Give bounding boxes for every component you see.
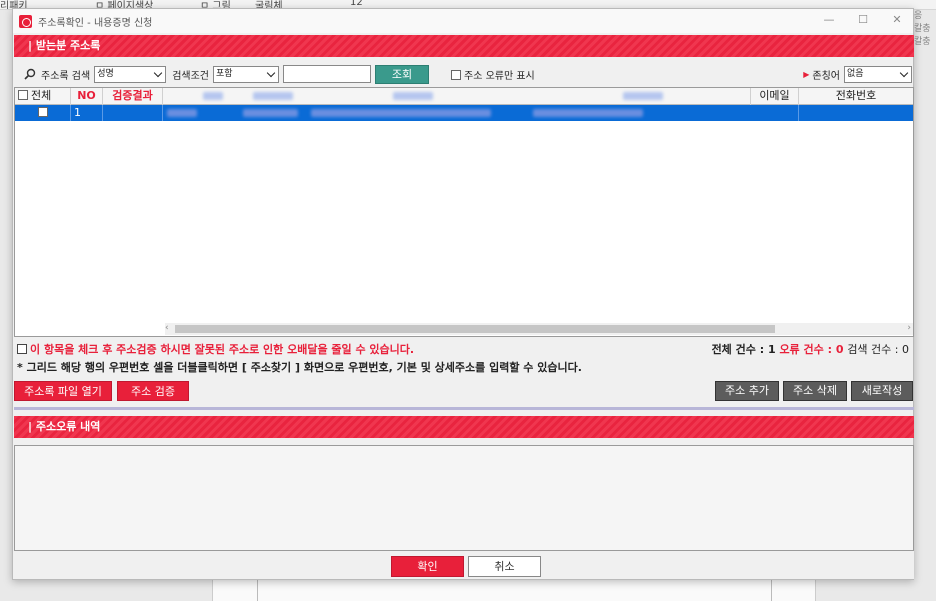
add-address-button[interactable]: 주소 추가: [715, 381, 779, 401]
total-count-label: 전체 건수 :: [711, 343, 768, 356]
error-only-checkbox[interactable]: 주소 오류만 표시: [451, 67, 535, 82]
bg-side-label: 칼충: [914, 24, 931, 34]
ok-button[interactable]: 확인: [391, 556, 464, 577]
checkbox-box: [37, 107, 48, 117]
row-blurred-cells: [163, 105, 751, 121]
address-grid[interactable]: 전체 NO 검증결과 이메일 전화번호 1 ‹ ›: [14, 87, 914, 337]
search-icon: [24, 68, 36, 80]
dialog-titlebar[interactable]: 주소록확인 - 내용증명 신청 — ☐ ✕: [13, 9, 913, 33]
total-count-value: 1: [767, 343, 776, 356]
grid-tip: * 그리드 해당 행의 우편번호 셀을 더블클릭하면 [ 주소찾기 ] 화면으로…: [17, 361, 582, 374]
chevron-down-icon: [899, 68, 909, 77]
page-margin-line: [771, 580, 772, 601]
row-verify-result: [103, 105, 163, 121]
bg-toolbar-item: 12: [350, 0, 363, 8]
condition-value: 포함: [216, 68, 233, 79]
scroll-right-icon[interactable]: ›: [907, 323, 911, 333]
bg-side-label: 칼충: [914, 37, 931, 47]
header-verify-result: 검증결과: [103, 88, 163, 105]
chevron-down-icon: [153, 68, 163, 77]
error-count-label: 오류 건수 :: [779, 343, 836, 356]
maximize-button[interactable]: ☐: [855, 13, 871, 26]
honorific-label: 존칭어: [812, 70, 840, 82]
page-margin-line: [257, 580, 258, 601]
error-section-header: | 주소오류 내역: [14, 416, 914, 438]
blurred-text: [623, 92, 663, 100]
search-label: 주소록 검색: [41, 70, 91, 82]
horizontal-scrollbar[interactable]: ‹ ›: [165, 323, 913, 335]
condition-select[interactable]: 포함: [213, 65, 279, 83]
blurred-text: [393, 92, 433, 100]
header-blurred-columns: [163, 88, 751, 105]
cancel-button[interactable]: 취소: [468, 556, 541, 577]
app-logo-icon: [19, 14, 32, 28]
search-count-value: 0: [902, 343, 909, 356]
row-email: [751, 105, 799, 121]
honorific-select[interactable]: 없음: [844, 65, 912, 83]
triangle-right-icon: ▶: [803, 69, 810, 79]
dialog-footer: 확인 취소: [14, 551, 914, 579]
minimize-button[interactable]: —: [821, 13, 837, 26]
search-count-label: 검색 건수 :: [847, 343, 902, 356]
error-count-value: 0: [835, 343, 844, 356]
open-file-button[interactable]: 주소록 파일 열기: [14, 381, 112, 401]
row-checkbox[interactable]: [15, 105, 71, 121]
check-tip-text: 이 항목을 체크 후 주소검증 하시면 잘못된 주소로 인한 오배달을 줄일 수…: [30, 343, 415, 356]
checkbox-box: [18, 90, 28, 100]
honorific-value: 없음: [847, 68, 864, 79]
dialog-title: 주소록확인 - 내용증명 신청: [38, 17, 153, 29]
condition-label: 검색조건: [172, 70, 209, 82]
header-all-label: 전체: [31, 89, 52, 102]
grid-header: 전체 NO 검증결과 이메일 전화번호: [15, 88, 913, 105]
blurred-text: [243, 109, 298, 117]
blurred-text: [253, 92, 293, 100]
scrollbar-thumb[interactable]: [175, 325, 775, 333]
checkbox-box[interactable]: [17, 344, 27, 354]
address-book-dialog: 주소록확인 - 내용증명 신청 — ☐ ✕ | 받는분 주소록 주소록 검색 성…: [12, 8, 914, 580]
header-no: NO: [71, 88, 103, 105]
close-button[interactable]: ✕: [889, 13, 905, 26]
verify-address-button[interactable]: 주소 검증: [117, 381, 189, 401]
section-divider: [14, 407, 914, 410]
blurred-text: [311, 109, 491, 117]
delete-address-button[interactable]: 주소 삭제: [783, 381, 847, 401]
search-bar: 주소록 검색 성명 검색조건 포함 조회 주소 오류만 표시 ▶ 존칭어 없음: [14, 63, 914, 85]
blurred-text: [533, 109, 643, 117]
search-button[interactable]: 조회: [375, 64, 429, 84]
header-phone: 전화번호: [835, 89, 877, 102]
blurred-text: [167, 109, 197, 117]
new-document-button[interactable]: 새로작성: [851, 381, 913, 401]
row-phone: [799, 105, 913, 121]
error-list-area[interactable]: [14, 445, 914, 551]
count-summary: 전체 건수 : 1 오류 건수 : 0 검색 건수 : 0: [712, 341, 909, 357]
check-tip: 이 항목을 체크 후 주소검증 하시면 잘못된 주소로 인한 오배달을 줄일 수…: [17, 341, 414, 357]
error-only-label: 주소 오류만 표시: [464, 70, 535, 82]
bg-side-label: 응: [914, 11, 923, 21]
search-field-select[interactable]: 성명: [94, 65, 167, 83]
checkbox-box: [451, 69, 461, 80]
header-select-all[interactable]: 전체: [15, 88, 71, 105]
table-row[interactable]: 1: [15, 105, 913, 121]
blurred-text: [203, 92, 223, 100]
chevron-down-icon: [266, 68, 276, 77]
recipient-section-header: | 받는분 주소록: [14, 35, 914, 57]
search-input[interactable]: [283, 65, 371, 83]
header-email: 이메일: [751, 88, 799, 105]
row-no: 1: [71, 105, 103, 121]
scroll-left-icon[interactable]: ‹: [165, 323, 169, 333]
search-field-value: 성명: [97, 68, 114, 79]
background-side-labels: 응 칼충 칼충: [914, 10, 936, 50]
